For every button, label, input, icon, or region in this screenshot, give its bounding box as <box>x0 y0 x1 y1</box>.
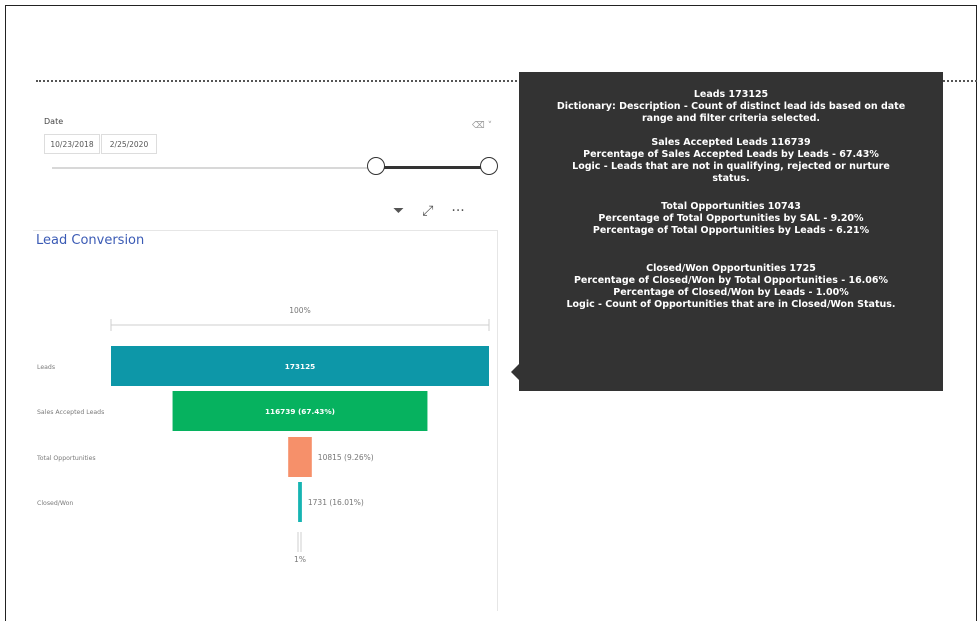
tooltip-panel: Leads 173125 Dictionary: Description - C… <box>519 72 943 391</box>
funnel-category-label: Closed/Won <box>37 500 73 507</box>
tooltip-sal-title: Sales Accepted Leads 116739 <box>651 137 811 148</box>
tooltip-closed-won-logic: Logic - Count of Opportunities that are … <box>566 299 896 310</box>
tooltip-opportunities-by-leads: Percentage of Total Opportunities by Lea… <box>592 225 870 236</box>
funnel-bar[interactable] <box>298 482 302 522</box>
funnel-value-label: 1731 (16.01%) <box>308 498 364 507</box>
funnel-bar[interactable] <box>288 437 312 477</box>
bottom-percent-label: 1% <box>294 555 306 564</box>
tooltip-leads-title: Leads 173125 <box>693 89 769 100</box>
tooltip-closed-won-title: Closed/Won Opportunities 1725 <box>646 263 816 274</box>
tooltip-pointer <box>511 364 519 380</box>
tooltip-leads-description: Dictionary: Description - Count of disti… <box>556 101 906 124</box>
funnel-value-label: 116739 (67.43%) <box>265 407 335 416</box>
tooltip-opportunities-by-sal: Percentage of Total Opportunities by SAL… <box>598 213 864 224</box>
funnel-value-label: 10815 (9.26%) <box>318 453 374 462</box>
funnel-category-label: Leads <box>37 364 55 371</box>
top-percent-label: 100% <box>289 306 310 315</box>
funnel-value-label: 173125 <box>285 362 315 371</box>
tooltip-closed-won-percentage: Percentage of Closed/Won by Total Opport… <box>573 275 889 286</box>
tooltip-sal-percentage: Percentage of Sales Accepted Leads by Le… <box>583 149 879 160</box>
tooltip-closed-won-by-leads: Percentage of Closed/Won by Leads - 1.00… <box>613 287 849 298</box>
tooltip-opportunities-title: Total Opportunities 10743 <box>661 201 801 212</box>
tooltip-sal-logic: Logic - Leads that are not in qualifying… <box>572 161 890 184</box>
funnel-category-label: Total Opportunities <box>36 455 96 462</box>
funnel-category-label: Sales Accepted Leads <box>37 409 104 416</box>
